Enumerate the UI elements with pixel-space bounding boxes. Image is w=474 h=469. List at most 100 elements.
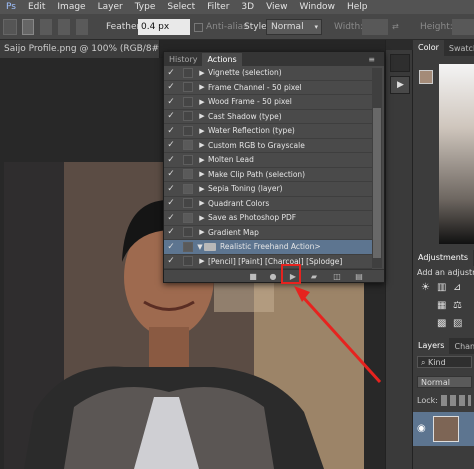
check-icon[interactable]: ✓	[164, 82, 178, 92]
check-icon[interactable]: ✓	[164, 140, 178, 150]
menu-filter[interactable]: Filter	[201, 2, 235, 12]
check-icon[interactable]: ✓	[164, 227, 178, 237]
menu-app-icon[interactable]: Ps	[0, 2, 22, 12]
dialog-toggle[interactable]	[183, 154, 193, 165]
grid-icon[interactable]: ▩	[437, 318, 446, 329]
panel-menu-icon[interactable]: ≡	[363, 53, 380, 66]
subtract-selection-icon[interactable]	[58, 19, 70, 35]
list-item[interactable]: ✓ ▶ Water Reflection (type)	[164, 124, 372, 139]
dialog-toggle[interactable]	[183, 198, 193, 209]
dialog-toggle[interactable]	[183, 140, 193, 151]
dialog-toggle[interactable]	[183, 82, 193, 93]
list-item[interactable]: ✓ ▶ Custom RGB to Grayscale	[164, 139, 372, 153]
list-item[interactable]: ✓ ▶ Molten Lead	[164, 153, 372, 168]
dialog-toggle[interactable]	[183, 241, 193, 252]
brightness-icon[interactable]: ☀	[421, 282, 430, 293]
dialog-toggle[interactable]	[183, 256, 193, 267]
color-picker[interactable]	[413, 56, 474, 246]
swap-icon[interactable]: ⇄	[392, 19, 399, 35]
eye-icon[interactable]: ◉	[417, 423, 426, 434]
menu-help[interactable]: Help	[341, 2, 374, 12]
actions-scrollbar[interactable]	[372, 68, 382, 268]
tab-layers[interactable]: Layers	[413, 338, 450, 354]
menu-image[interactable]: Image	[51, 2, 91, 12]
list-item[interactable]: ✓ ▶ Save as Photoshop PDF	[164, 211, 372, 226]
antialias-checkbox[interactable]	[194, 23, 203, 32]
document-tab[interactable]: Saijo Profile.png @ 100% (RGB/8#) ×	[0, 40, 160, 58]
list-item[interactable]: ✓ ▶ Vignette (selection)	[164, 66, 372, 81]
expand-triangle-icon[interactable]: ▶	[196, 112, 208, 120]
check-icon[interactable]: ✓	[164, 242, 178, 252]
tab-adjustments[interactable]: Adjustments	[413, 250, 474, 266]
check-icon[interactable]: ✓	[164, 126, 178, 136]
dialog-toggle[interactable]	[183, 111, 193, 122]
dialog-toggle[interactable]	[183, 169, 193, 180]
list-item[interactable]: ✓ ▶ Make Clip Path (selection)	[164, 168, 372, 182]
expand-triangle-icon[interactable]: ▼	[196, 243, 204, 251]
menu-window[interactable]: Window	[293, 2, 341, 12]
add-selection-icon[interactable]	[40, 19, 52, 35]
dialog-toggle[interactable]	[183, 227, 193, 238]
balance-icon[interactable]: ⚖	[453, 300, 462, 311]
expand-triangle-icon[interactable]: ▶	[196, 228, 208, 236]
expand-triangle-icon[interactable]: ▶	[196, 69, 208, 77]
menu-select[interactable]: Select	[161, 2, 201, 12]
list-item[interactable]: ✓ ▶ Gradient Map	[164, 226, 372, 240]
dialog-toggle[interactable]	[183, 67, 193, 78]
layer-kind-filter[interactable]: ⌕ Kind	[417, 356, 472, 368]
list-item[interactable]: ✓ ▶ Sepia Toning (layer)	[164, 182, 372, 197]
foreground-swatch[interactable]	[419, 70, 433, 84]
width-input[interactable]	[362, 19, 388, 35]
layer-row[interactable]: ◉	[413, 412, 474, 446]
expand-triangle-icon[interactable]: ▶	[196, 98, 208, 106]
color-field[interactable]	[439, 64, 474, 244]
actions-dock-icon[interactable]: ▶	[390, 76, 410, 94]
expand-triangle-icon[interactable]: ▶	[196, 141, 208, 149]
list-item[interactable]: ✓ ▶ Frame Channel - 50 pixel	[164, 81, 372, 95]
tab-channels[interactable]: Channe	[449, 342, 474, 351]
scrollbar-thumb[interactable]	[373, 108, 381, 258]
dialog-toggle[interactable]	[183, 125, 193, 136]
menu-view[interactable]: View	[260, 2, 293, 12]
tab-actions[interactable]: Actions	[202, 53, 242, 66]
intersect-selection-icon[interactable]	[76, 19, 88, 35]
tab-history[interactable]: History	[164, 53, 202, 66]
style-select[interactable]: Normal ▾	[266, 19, 322, 35]
expand-triangle-icon[interactable]: ▶	[196, 214, 208, 222]
menu-layer[interactable]: Layer	[92, 2, 129, 12]
list-item[interactable]: ✓ ▶ Cast Shadow (type)	[164, 110, 372, 124]
check-icon[interactable]: ✓	[164, 169, 178, 179]
levels-icon[interactable]: ▥	[437, 282, 446, 293]
tab-swatches[interactable]: Swatches	[444, 44, 474, 53]
dialog-toggle[interactable]	[183, 183, 193, 194]
menu-3d[interactable]: 3D	[235, 2, 260, 12]
dialog-toggle[interactable]	[183, 96, 193, 107]
height-input[interactable]	[452, 19, 474, 35]
dialog-toggle[interactable]	[183, 212, 193, 223]
check-icon[interactable]: ✓	[164, 256, 178, 266]
tool-preset-icon[interactable]	[3, 19, 17, 35]
check-icon[interactable]: ✓	[164, 184, 178, 194]
expand-triangle-icon[interactable]: ▶	[196, 170, 208, 178]
vibrance-icon[interactable]: ▦	[437, 300, 446, 311]
check-icon[interactable]: ✓	[164, 155, 178, 165]
check-icon[interactable]: ✓	[164, 198, 178, 208]
expand-triangle-icon[interactable]: ▶	[196, 156, 208, 164]
check-icon[interactable]: ✓	[164, 111, 178, 121]
expand-triangle-icon[interactable]: ▶	[196, 83, 208, 91]
curves-icon[interactable]: ⊿	[453, 282, 461, 293]
history-dock-icon[interactable]	[390, 54, 410, 72]
list-item[interactable]: ✓ ▶ Wood Frame - 50 pixel	[164, 95, 372, 110]
blend-mode-select[interactable]: Normal	[417, 376, 472, 388]
expand-triangle-icon[interactable]: ▶	[196, 199, 208, 207]
menu-type[interactable]: Type	[129, 2, 162, 12]
gradient-icon[interactable]: ▨	[453, 318, 462, 329]
list-item[interactable]: ✓ ▶ Quadrant Colors	[164, 197, 372, 211]
list-item[interactable]: ✓ ▶ [Pencil] [Paint] [Charcoal] [Splodge]	[164, 255, 372, 269]
new-selection-icon[interactable]	[22, 19, 34, 35]
check-icon[interactable]: ✓	[164, 68, 178, 78]
expand-triangle-icon[interactable]: ▶	[196, 257, 208, 265]
feather-input[interactable]: 0.4 px	[138, 19, 190, 35]
action-set-row[interactable]: ✓ ▼ Realistic Freehand Action>	[164, 240, 372, 255]
record-icon[interactable]: ●	[268, 272, 278, 281]
